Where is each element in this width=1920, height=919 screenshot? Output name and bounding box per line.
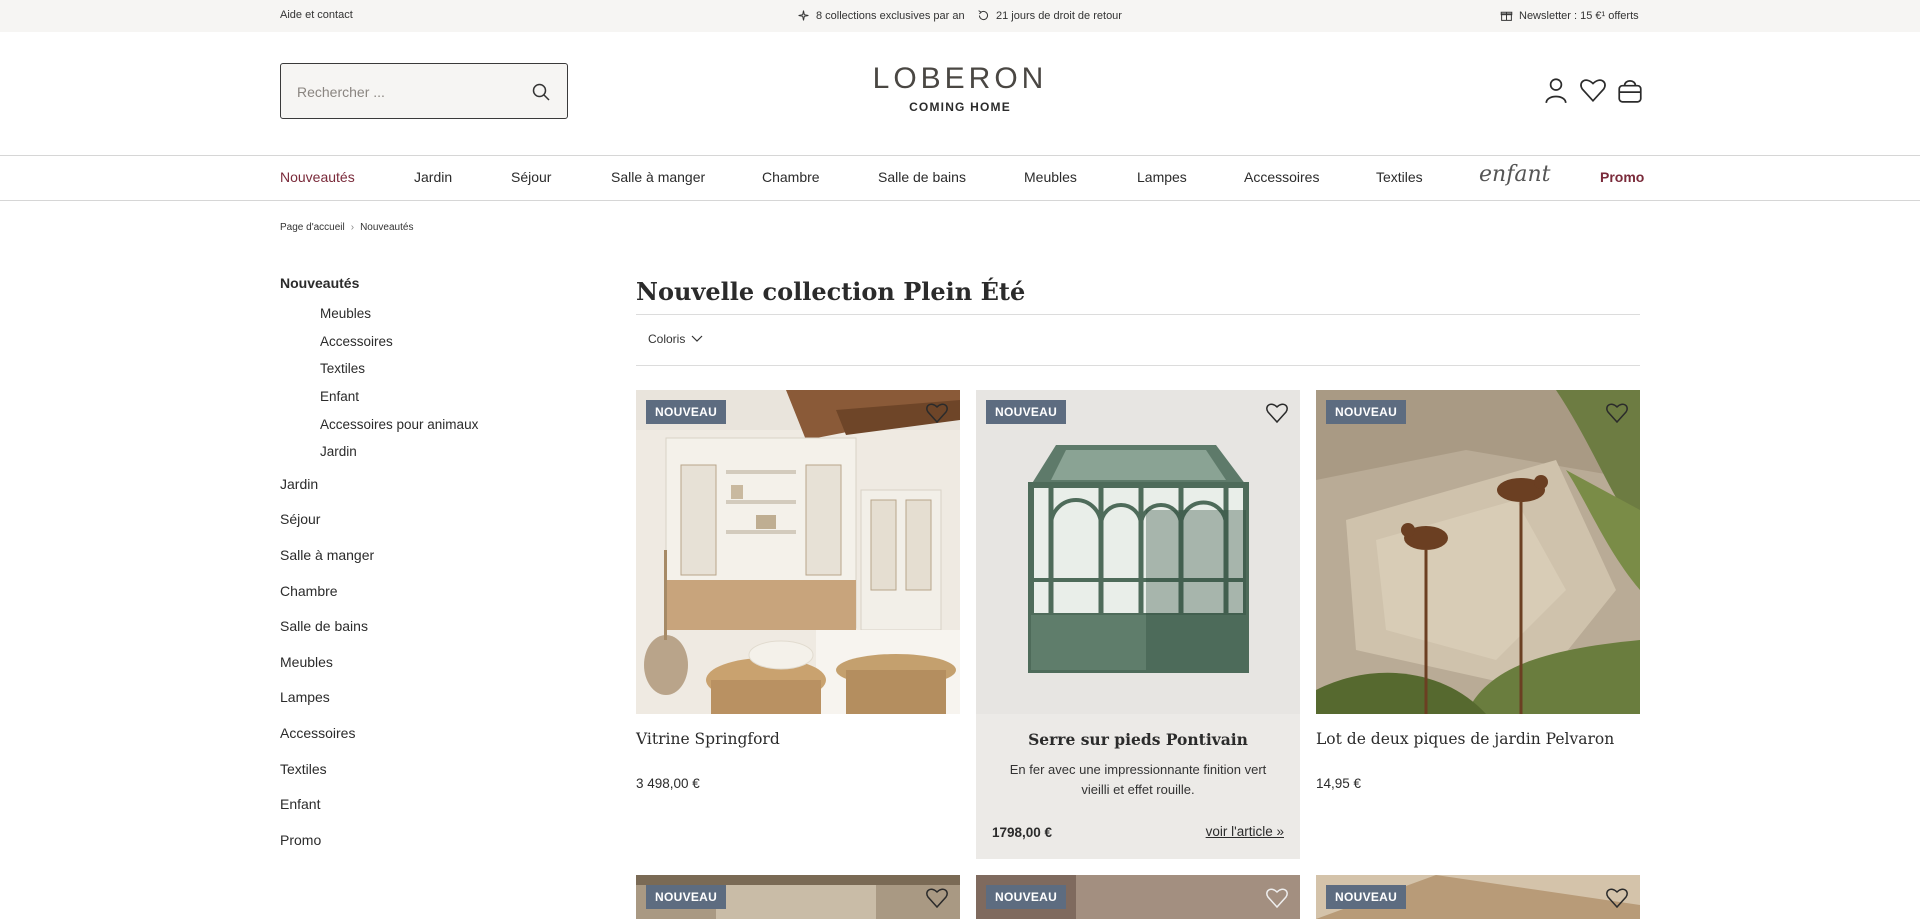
product-price: 1798,00 €: [992, 825, 1053, 840]
sidebar-item-meubles[interactable]: Meubles: [280, 654, 333, 670]
cart-bag-icon[interactable]: [1616, 76, 1644, 104]
product-image-vitrine[interactable]: [636, 390, 960, 714]
nav-item-salle-a-manger[interactable]: Salle à manger: [611, 169, 705, 185]
product-price: 14,95 €: [1316, 776, 1362, 791]
new-badge: NOUVEAU: [646, 400, 727, 424]
main-nav: Nouveautés Jardin Séjour Salle à manger …: [0, 156, 1920, 201]
nav-item-nouveautes[interactable]: Nouveautés: [280, 169, 355, 185]
product-image-piques[interactable]: [1316, 390, 1640, 714]
product-name[interactable]: Vitrine Springford: [636, 730, 780, 748]
chevron-down-icon: [691, 335, 703, 342]
sidebar-subitem-enfant[interactable]: Enfant: [320, 389, 359, 404]
new-badge: NOUVEAU: [1326, 885, 1407, 909]
new-badge: NOUVEAU: [986, 400, 1067, 424]
sidebar-subitem-jardin[interactable]: Jardin: [320, 444, 357, 459]
sidebar-item-enfant[interactable]: Enfant: [280, 796, 320, 812]
sidebar-item-textiles[interactable]: Textiles: [280, 761, 327, 777]
nav-item-jardin[interactable]: Jardin: [414, 169, 452, 185]
nav-item-promo[interactable]: Promo: [1600, 169, 1644, 185]
wishlist-heart-icon[interactable]: [1264, 885, 1290, 911]
returns-info: 21 jours de droit de retour: [977, 9, 1122, 22]
breadcrumb-home[interactable]: Page d'accueil: [280, 222, 345, 233]
breadcrumb-current: Nouveautés: [360, 222, 414, 233]
product-description: En fer avec une impressionnante finition…: [1009, 762, 1267, 797]
collections-info: 8 collections exclusives par an: [797, 9, 965, 22]
wishlist-heart-icon[interactable]: [1604, 885, 1630, 911]
return-arrow-icon: [978, 10, 989, 21]
top-bar: Aide et contact 8 collections exclusives…: [0, 0, 1920, 32]
product-name[interactable]: Serre sur pieds Pontivain: [976, 730, 1300, 749]
site-header: LOBERON COMING HOME: [0, 32, 1920, 156]
nav-item-meubles[interactable]: Meubles: [1024, 169, 1077, 185]
logo-wordmark: LOBERON: [872, 62, 1048, 95]
nav-item-lampes[interactable]: Lampes: [1137, 169, 1187, 185]
wishlist-heart-icon[interactable]: [924, 885, 950, 911]
sidebar-item-nouveautes[interactable]: Nouveautés: [280, 275, 359, 291]
account-icon[interactable]: [1542, 76, 1570, 104]
breadcrumb-chevron-icon: ›: [350, 222, 355, 233]
sidebar-item-chambre[interactable]: Chambre: [280, 583, 338, 599]
product-card[interactable]: NOUVEAU: [1316, 875, 1640, 919]
product-card[interactable]: NOUVEAU: [636, 875, 960, 919]
wishlist-heart-icon[interactable]: [924, 400, 950, 426]
nav-item-enfant[interactable]: enfant: [1479, 162, 1550, 187]
see-article-link[interactable]: voir l'article »: [1206, 824, 1284, 839]
wishlist-heart-icon[interactable]: [1264, 400, 1290, 426]
collections-label: 8 collections exclusives par an: [816, 9, 965, 22]
returns-label: 21 jours de droit de retour: [996, 9, 1122, 22]
sidebar-subitem-accessoires[interactable]: Accessoires: [320, 334, 393, 349]
wishlist-heart-icon[interactable]: [1579, 76, 1607, 104]
product-name[interactable]: Lot de deux piques de jardin Pelvaron: [1316, 730, 1614, 748]
nav-item-salle-de-bains[interactable]: Salle de bains: [878, 169, 966, 185]
filter-bar: Coloris: [636, 314, 1640, 366]
nav-item-textiles[interactable]: Textiles: [1376, 169, 1423, 185]
help-contact-link[interactable]: Aide et contact: [280, 9, 353, 21]
page-title: Nouvelle collection Plein Été: [636, 277, 1026, 306]
product-image-serre[interactable]: [976, 390, 1300, 714]
nav-item-accessoires[interactable]: Accessoires: [1244, 169, 1319, 185]
sidebar-subitem-meubles[interactable]: Meubles: [320, 306, 371, 321]
product-price: 3 498,00 €: [636, 776, 700, 791]
newsletter-link[interactable]: Newsletter : 15 €¹ offerts: [1500, 9, 1639, 22]
nav-item-sejour[interactable]: Séjour: [511, 169, 551, 185]
nav-item-chambre[interactable]: Chambre: [762, 169, 820, 185]
sidebar-item-promo[interactable]: Promo: [280, 832, 321, 848]
sidebar-item-salle-de-bains[interactable]: Salle de bains: [280, 618, 368, 634]
sidebar-subitem-accessoires-animaux[interactable]: Accessoires pour animaux: [320, 417, 478, 432]
newsletter-label: Newsletter : 15 €¹ offerts: [1519, 9, 1639, 22]
new-badge: NOUVEAU: [1326, 400, 1407, 424]
breadcrumb: Page d'accueil › Nouveautés: [280, 222, 413, 233]
gift-icon: [1500, 11, 1513, 21]
color-filter-label: Coloris: [648, 332, 686, 346]
color-filter-dropdown[interactable]: Coloris: [648, 332, 703, 346]
wishlist-heart-icon[interactable]: [1604, 400, 1630, 426]
new-badge: NOUVEAU: [986, 885, 1067, 909]
new-badge: NOUVEAU: [646, 885, 727, 909]
sidebar-subitem-textiles[interactable]: Textiles: [320, 361, 365, 376]
sidebar-item-accessoires[interactable]: Accessoires: [280, 725, 355, 741]
logo-tagline: COMING HOME: [909, 100, 1011, 114]
logo[interactable]: LOBERON COMING HOME: [858, 62, 1062, 122]
sparkle-icon: [798, 10, 809, 21]
search-icon[interactable]: [531, 82, 551, 102]
sidebar-item-jardin[interactable]: Jardin: [280, 476, 318, 492]
sidebar-item-lampes[interactable]: Lampes: [280, 689, 330, 705]
sidebar-item-salle-a-manger[interactable]: Salle à manger: [280, 547, 374, 563]
help-contact-label: Aide et contact: [280, 9, 353, 21]
search-box: [280, 63, 568, 119]
product-card-featured[interactable]: NOUVEAU Serre sur pieds Pontivain En fer…: [976, 390, 1300, 859]
sidebar-item-sejour[interactable]: Séjour: [280, 511, 320, 527]
search-input[interactable]: [297, 82, 517, 102]
product-card[interactable]: NOUVEAU: [976, 875, 1300, 919]
